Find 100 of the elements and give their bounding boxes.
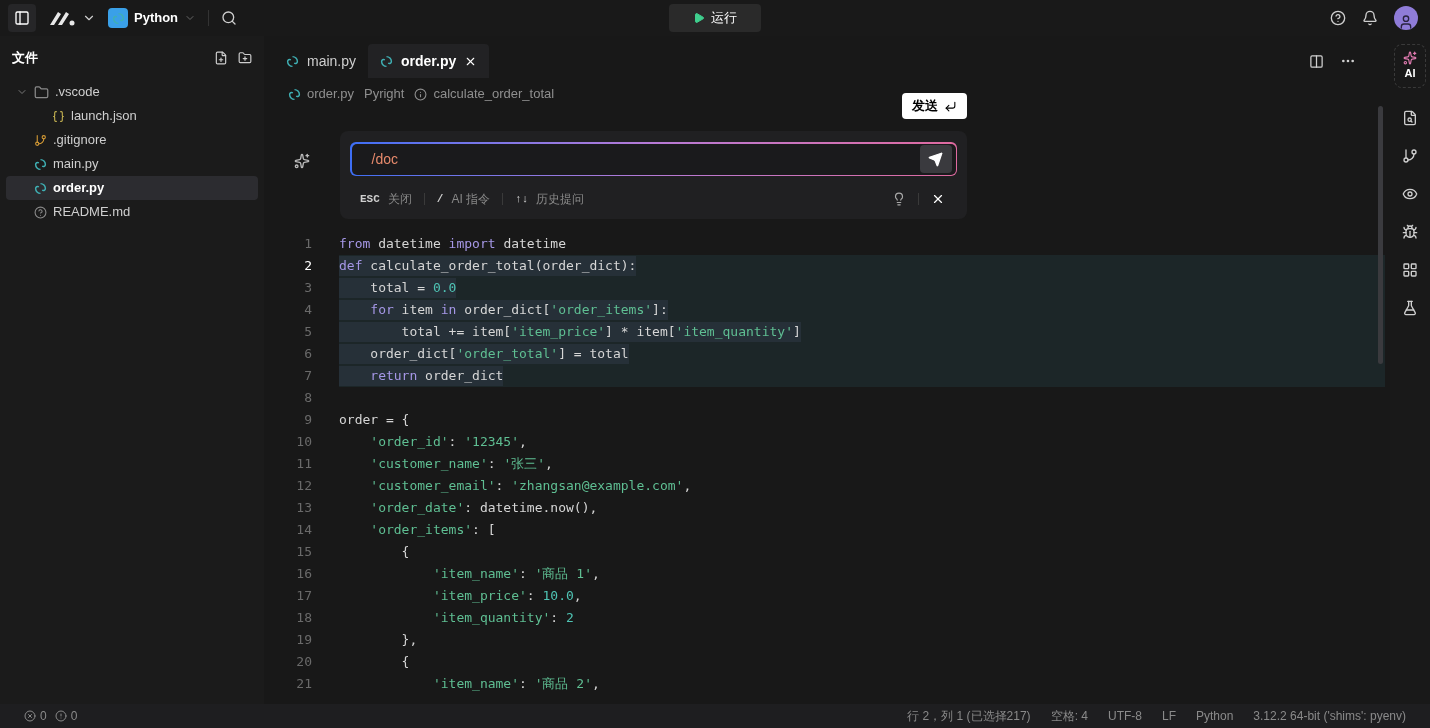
question-icon (34, 205, 47, 219)
line-number: 7 (303, 367, 312, 386)
line-number: 9 (303, 411, 312, 430)
branch-icon[interactable] (1402, 148, 1418, 164)
braces-icon (52, 109, 65, 123)
warning-icon[interactable] (54, 710, 67, 722)
eye-icon[interactable] (1402, 186, 1418, 202)
run-button[interactable]: 运行 (669, 4, 761, 32)
file-tree-item[interactable]: launch.json (6, 104, 258, 128)
swirl-icon (288, 87, 301, 101)
sparkle-icon (294, 153, 310, 169)
close-icon[interactable] (931, 192, 945, 206)
sidebar-title: 文件 (12, 49, 39, 68)
sparkle-icon (1403, 50, 1417, 65)
code-line: 'order_date': datetime.now(), (369, 499, 598, 518)
line-number: 15 (295, 543, 312, 562)
bug-icon[interactable] (1402, 224, 1418, 240)
line-number: 21 (295, 675, 312, 694)
split-editor-icon[interactable] (1309, 53, 1324, 69)
line-number: 2 (303, 257, 312, 276)
swirl-icon (380, 54, 394, 68)
lightbulb-icon[interactable] (892, 192, 906, 206)
code-line: 'item_quantity': 2 (431, 609, 574, 628)
swirl-icon (34, 157, 47, 171)
code-line: 'customer_email': 'zhangsan@example.com', (369, 477, 692, 496)
code-line: from datetime import datetime (339, 235, 566, 254)
tooltip: 发送 (902, 93, 967, 119)
file-tree-item[interactable]: main.py (6, 152, 258, 176)
breadcrumb-item[interactable]: Pyright (364, 84, 405, 104)
line-number: 20 (295, 653, 312, 672)
shortcut-label: 历史提问 (536, 191, 585, 208)
file-tree-item[interactable]: .vscode (6, 80, 258, 104)
line-number: 18 (295, 609, 312, 628)
status-item[interactable]: 3.12.2 64-bit ('shims': pyenv) (1253, 707, 1406, 725)
shortcut-key: ESC (360, 190, 380, 208)
code-line: }, (400, 631, 418, 650)
code-line: 'item_price': 10.0, (431, 587, 582, 606)
swirl-icon (286, 54, 299, 68)
new-file-icon[interactable] (214, 51, 228, 65)
line-number: 13 (295, 499, 312, 518)
line-number: 1 (303, 235, 312, 254)
line-number: 16 (295, 565, 312, 584)
line-number: 10 (295, 433, 312, 452)
flask-icon[interactable] (1402, 300, 1418, 316)
code-line: 'item_name': '商品 2', (431, 675, 600, 694)
send-icon (928, 151, 943, 167)
line-number: 14 (295, 521, 312, 540)
code-line: order = { (339, 411, 410, 430)
code-line: 'customer_name': '张三', (369, 455, 553, 474)
file-tree-item[interactable]: .gitignore (6, 128, 258, 152)
avatar[interactable] (1394, 6, 1418, 30)
prompt-input[interactable]: /doc (350, 142, 957, 176)
status-item[interactable]: Python (1196, 707, 1234, 725)
line-number: 12 (295, 477, 312, 496)
shortcut-key: / (436, 190, 444, 208)
editor-tab[interactable]: order.py (368, 44, 490, 78)
shortcut-label: AI 指令 (451, 191, 491, 208)
editor-tab[interactable]: main.py (274, 44, 369, 78)
info-icon (414, 87, 428, 101)
line-number: 19 (295, 631, 312, 650)
project-selector[interactable]: Python (108, 8, 197, 28)
status-item[interactable]: UTF-8 (1107, 707, 1142, 725)
search-icon[interactable] (221, 10, 238, 26)
file-search-icon[interactable] (1402, 110, 1418, 126)
code-line: 'order_id': '12345', (369, 433, 527, 452)
status-item[interactable]: LF (1161, 707, 1176, 725)
file-tree-item[interactable]: order.py (6, 176, 258, 200)
code-line: { (400, 653, 410, 672)
error-count: 0 (40, 708, 47, 725)
scrollbar-thumb[interactable] (1378, 106, 1383, 364)
bell-icon[interactable] (1362, 10, 1378, 26)
line-number: 6 (303, 345, 312, 364)
shortcut-label: 关闭 (387, 191, 412, 208)
code-line: 'item_name': '商品 1', (431, 565, 600, 584)
file-tree-item[interactable]: README.md (6, 200, 258, 224)
grid-icon[interactable] (1402, 262, 1418, 278)
send-button[interactable] (919, 145, 952, 173)
code-line: 'order_items': [ (369, 521, 496, 540)
line-number: 4 (303, 301, 312, 320)
line-number: 8 (303, 389, 312, 408)
sidebar-toggle-icon[interactable] (8, 4, 36, 32)
line-number: 17 (295, 587, 312, 606)
breadcrumb-item[interactable]: calculate_order_total (433, 84, 555, 104)
warning-count: 0 (70, 708, 78, 725)
status-item[interactable]: 空格: 4 (1050, 707, 1088, 725)
line-number: 11 (295, 455, 312, 474)
code-line: { (400, 543, 410, 562)
help-icon[interactable] (1330, 10, 1346, 26)
ai-button[interactable]: AI (1394, 44, 1426, 88)
play-icon (693, 12, 705, 24)
swirl-icon (34, 181, 47, 195)
new-folder-icon[interactable] (238, 51, 252, 65)
error-icon[interactable] (24, 710, 36, 722)
branch-icon (34, 133, 47, 147)
status-item[interactable]: 行 2，列 1 (已选择217) (907, 707, 1031, 725)
enter-icon (944, 99, 957, 113)
shortcut-key: ↑↓ (515, 190, 529, 208)
folder-icon (34, 84, 49, 100)
line-number: 5 (303, 323, 312, 342)
breadcrumb-item[interactable]: order.py (307, 84, 354, 104)
